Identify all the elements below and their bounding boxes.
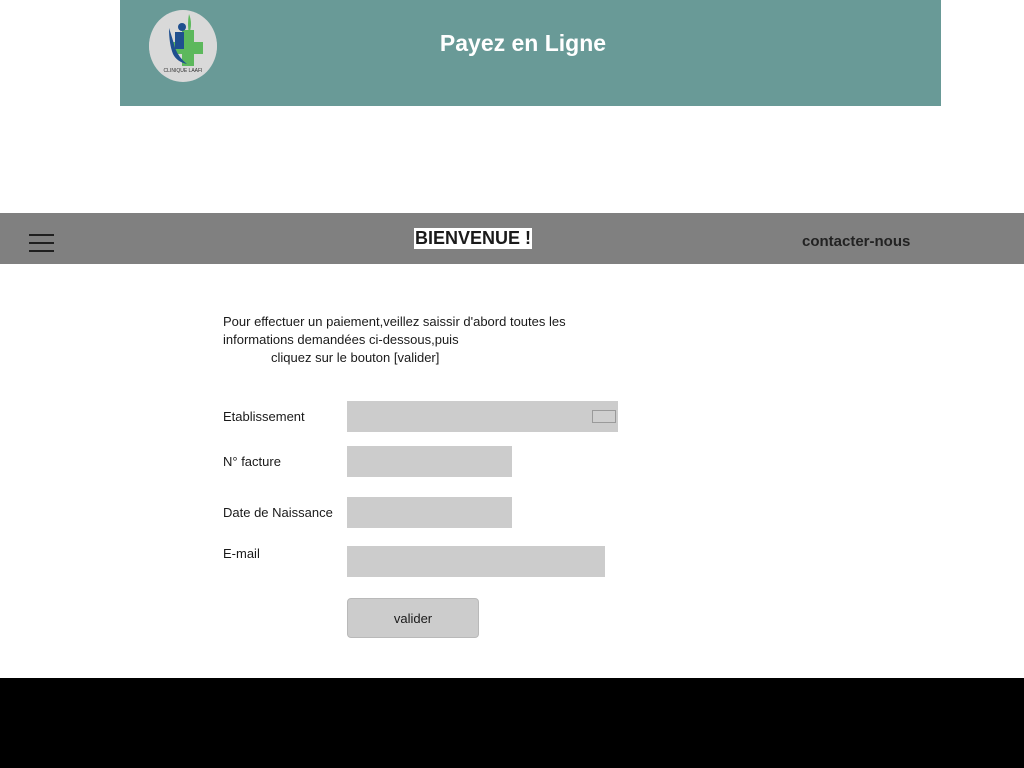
navigation-bar: BIENVENUE ! contacter-nous xyxy=(0,213,1024,264)
header-banner: CLINIQUE LAAFI Payez en Ligne xyxy=(120,0,941,106)
facture-label: N° facture xyxy=(223,454,281,469)
intro-line-1: Pour effectuer un paiement,veillez saiss… xyxy=(223,314,566,347)
page: CLINIQUE LAAFI Payez en Ligne BIENVENUE … xyxy=(0,0,1024,768)
etablissement-label: Etablissement xyxy=(223,409,305,424)
svg-text:CLINIQUE LAAFI: CLINIQUE LAAFI xyxy=(164,68,203,74)
hamburger-menu-icon[interactable] xyxy=(29,234,54,254)
hamburger-line xyxy=(29,234,54,236)
page-title: Payez en Ligne xyxy=(439,30,607,56)
intro-line-2: cliquez sur le bouton [valider] xyxy=(271,350,440,365)
email-input[interactable] xyxy=(347,546,605,577)
dropdown-arrow-icon[interactable] xyxy=(592,410,616,423)
facture-input[interactable] xyxy=(347,446,512,477)
date-naissance-label: Date de Naissance xyxy=(223,505,333,520)
valider-button[interactable]: valider xyxy=(347,598,479,638)
hamburger-line xyxy=(29,250,54,252)
etablissement-select[interactable] xyxy=(347,401,618,432)
hamburger-line xyxy=(29,242,54,244)
contact-link[interactable]: contacter-nous xyxy=(802,233,910,250)
date-naissance-input[interactable] xyxy=(347,497,512,528)
email-label: E-mail xyxy=(223,546,260,561)
welcome-heading: BIENVENUE ! xyxy=(414,228,533,249)
footer xyxy=(0,678,1024,768)
intro-text: Pour effectuer un paiement,veillez saiss… xyxy=(223,313,603,367)
